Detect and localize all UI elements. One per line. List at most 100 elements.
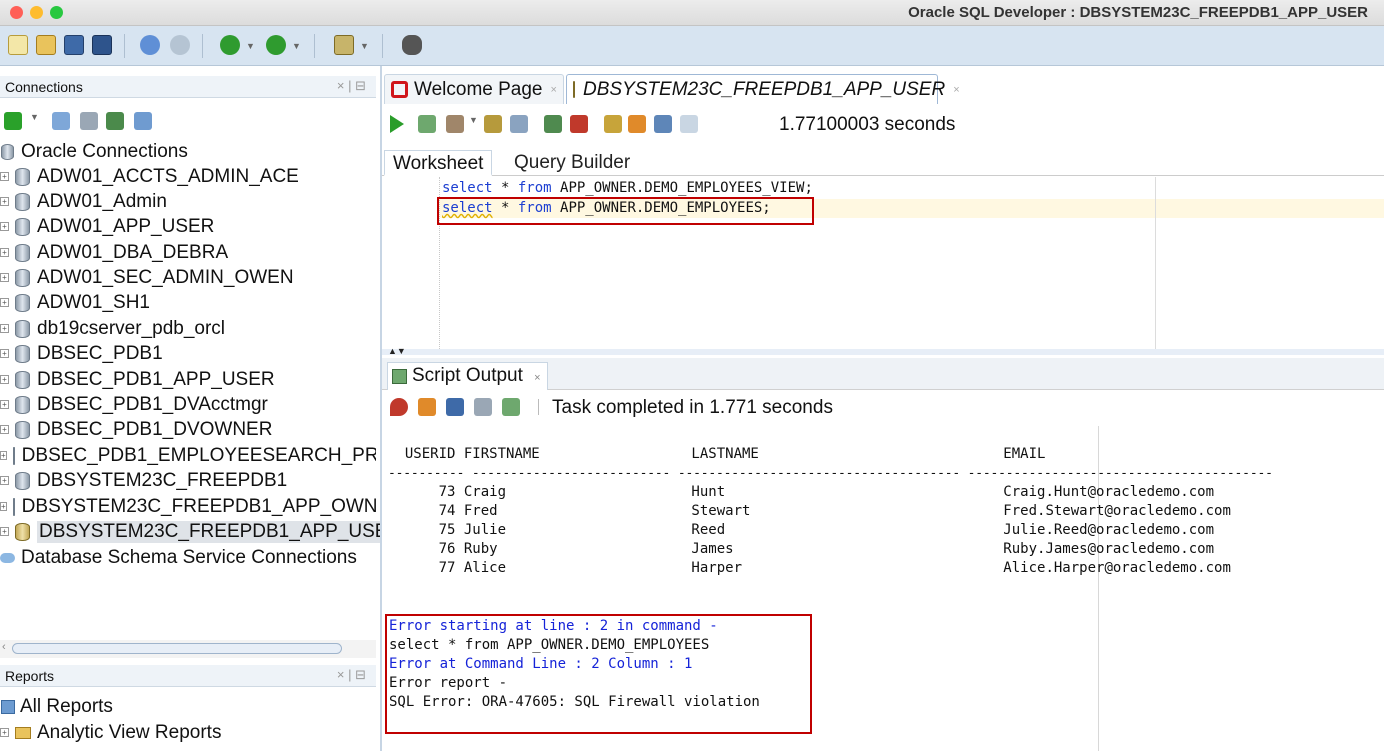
explain-plan-icon[interactable] xyxy=(484,115,502,133)
format-case-icon[interactable] xyxy=(680,115,698,133)
save-icon[interactable] xyxy=(64,35,84,55)
redo-icon[interactable] xyxy=(170,35,190,55)
output-tabs: Script Output × xyxy=(382,358,1384,390)
tree-item-schema-service[interactable]: Database Schema Service Connections xyxy=(0,545,357,570)
print-icon[interactable] xyxy=(474,398,492,416)
tree-item-label: Database Schema Service Connections xyxy=(21,546,357,568)
close-tab-icon[interactable]: × xyxy=(953,84,959,96)
expand-icon[interactable]: + xyxy=(0,172,9,181)
pin-icon[interactable] xyxy=(390,398,408,416)
unshared-sql-icon[interactable] xyxy=(604,115,622,133)
splitter-arrows-icon[interactable]: ▲▼ xyxy=(388,346,406,356)
expand-icon[interactable]: + xyxy=(0,324,9,333)
close-window-button[interactable] xyxy=(10,6,23,19)
panel-minimize-icon[interactable]: × | ⊟ xyxy=(337,667,366,683)
code-line-1[interactable]: select * from APP_OWNER.DEMO_EMPLOYEES_V… xyxy=(442,180,813,196)
tree-item-connection-selected[interactable]: + DBSYSTEM23C_FREEPDB1_APP_USER xyxy=(0,519,404,544)
add-connection-dropdown-icon[interactable]: ▼ xyxy=(30,112,48,130)
expand-icon[interactable]: + xyxy=(0,400,9,409)
binoculars-icon[interactable] xyxy=(402,35,422,55)
autotrace-dropdown-icon[interactable]: ▼ xyxy=(469,115,479,133)
expand-icon[interactable]: + xyxy=(0,273,9,282)
forward-icon[interactable] xyxy=(266,35,286,55)
tree-item-connection[interactable]: + db19cserver_pdb_orcl xyxy=(0,316,225,341)
connections-horizontal-scrollbar[interactable]: ‹ xyxy=(0,640,376,658)
tree-item-connection[interactable]: + ADW01_APP_USER xyxy=(0,214,214,239)
commit-icon[interactable] xyxy=(544,115,562,133)
filter-icon[interactable] xyxy=(80,112,98,130)
window-title: Oracle SQL Developer : DBSYSTEM23C_FREEP… xyxy=(908,4,1368,21)
tab-worksheet[interactable]: Worksheet xyxy=(384,150,493,176)
tree-item-connection[interactable]: + ADW01_SEC_ADMIN_OWEN xyxy=(0,265,294,290)
minimize-window-button[interactable] xyxy=(30,6,43,19)
expand-icon[interactable]: + xyxy=(0,197,9,206)
tab-worksheet-app-user[interactable]: DBSYSTEM23C_FREEPDB1_APP_USER × xyxy=(566,74,960,104)
close-tab-icon[interactable]: × xyxy=(551,84,557,96)
expand-icon[interactable]: + xyxy=(0,222,9,231)
back-dropdown-icon[interactable]: ▼ xyxy=(246,41,255,51)
reports-panel-title: Reports xyxy=(5,668,55,684)
close-tab-icon[interactable]: × xyxy=(534,372,540,384)
back-icon[interactable] xyxy=(220,35,240,55)
sql-tuning-icon[interactable] xyxy=(510,115,528,133)
save-all-icon[interactable] xyxy=(92,35,112,55)
tab-query-builder[interactable]: Query Builder xyxy=(506,150,638,176)
sql-worksheet-dropdown-icon[interactable]: ▼ xyxy=(360,41,369,51)
tree-item-connection[interactable]: + ADW01_SH1 xyxy=(0,290,150,315)
open-folder-icon[interactable] xyxy=(36,35,56,55)
undo-icon[interactable] xyxy=(140,35,160,55)
new-icon[interactable] xyxy=(8,35,28,55)
manage-connections-icon[interactable] xyxy=(134,112,152,130)
expand-icon[interactable]: + xyxy=(0,349,9,358)
save-output-icon[interactable] xyxy=(446,398,464,416)
tree-item-connection[interactable]: + ADW01_DBA_DEBRA xyxy=(0,240,228,265)
script-output-text[interactable]: USERID FIRSTNAME LASTNAME EMAIL --------… xyxy=(382,424,1384,751)
tree-item-connection[interactable]: + DBSYSTEM23C_FREEPDB1_APP_OWNER xyxy=(0,494,376,519)
clear-output-icon[interactable] xyxy=(418,398,436,416)
tree-item-connection[interactable]: + DBSEC_PDB1 xyxy=(0,341,163,366)
editor-output-splitter[interactable]: ▲▼ xyxy=(382,346,1384,356)
sql-worksheet-icon[interactable] xyxy=(334,35,354,55)
sql-editor[interactable]: select * from APP_OWNER.DEMO_EMPLOYEES_V… xyxy=(382,177,1384,353)
expand-icon[interactable]: + xyxy=(0,476,9,485)
tree-item-connection[interactable]: + DBSEC_PDB1_APP_USER xyxy=(0,367,275,392)
tree-root-oracle-connections[interactable]: Oracle Connections xyxy=(0,139,188,164)
scrollbar-thumb[interactable] xyxy=(12,643,342,654)
expand-icon[interactable]: + xyxy=(0,375,9,384)
expand-icon[interactable]: + xyxy=(0,248,9,257)
panel-minimize-icon[interactable]: × | ⊟ xyxy=(337,78,366,94)
scroll-left-icon[interactable]: ‹ xyxy=(2,641,6,653)
expand-icon[interactable]: + xyxy=(0,728,9,737)
clear-icon[interactable] xyxy=(628,115,646,133)
refresh-icon[interactable] xyxy=(52,112,70,130)
tree-item-connection[interactable]: + ADW01_ACCTS_ADMIN_ACE xyxy=(0,164,299,189)
tab-script-output[interactable]: Script Output × xyxy=(387,362,548,390)
oracle-icon xyxy=(391,81,408,98)
run-script-icon[interactable] xyxy=(418,115,436,133)
run-output-icon[interactable] xyxy=(502,398,520,416)
output-toolbar xyxy=(382,390,1384,422)
zoom-window-button[interactable] xyxy=(50,6,63,19)
add-connection-icon[interactable] xyxy=(4,112,22,130)
tree-item-connection[interactable]: + ADW01_Admin xyxy=(0,189,167,214)
run-statement-icon[interactable] xyxy=(390,115,404,133)
tree-item-connection[interactable]: + DBSEC_PDB1_DVOWNER xyxy=(0,417,272,442)
schema-browser-icon[interactable] xyxy=(106,112,124,130)
tree-item-label: DBSYSTEM23C_FREEPDB1 xyxy=(37,469,288,491)
expand-icon[interactable]: + xyxy=(0,527,9,536)
tree-item-connection[interactable]: + DBSEC_PDB1_EMPLOYEESEARCH_PROD xyxy=(0,443,376,468)
rollback-icon[interactable] xyxy=(570,115,588,133)
tree-item-connection[interactable]: + DBSEC_PDB1_DVAcctmgr xyxy=(0,392,268,417)
expand-icon[interactable]: + xyxy=(0,502,7,511)
autotrace-icon[interactable] xyxy=(446,115,464,133)
tree-item-all-reports[interactable]: All Reports xyxy=(0,694,113,719)
expand-icon[interactable]: + xyxy=(0,451,7,460)
expand-icon[interactable]: + xyxy=(0,298,9,307)
tree-item-analytic-view-reports[interactable]: + Analytic View Reports xyxy=(0,720,221,745)
tree-item-connection[interactable]: + DBSYSTEM23C_FREEPDB1 xyxy=(0,468,287,493)
expand-icon[interactable]: + xyxy=(0,425,9,434)
tab-welcome-page[interactable]: Welcome Page × xyxy=(384,74,564,104)
forward-dropdown-icon[interactable]: ▼ xyxy=(292,41,301,51)
main-toolbar: ▼ ▼ ▼ xyxy=(0,26,1384,66)
sql-history-icon[interactable] xyxy=(654,115,672,133)
